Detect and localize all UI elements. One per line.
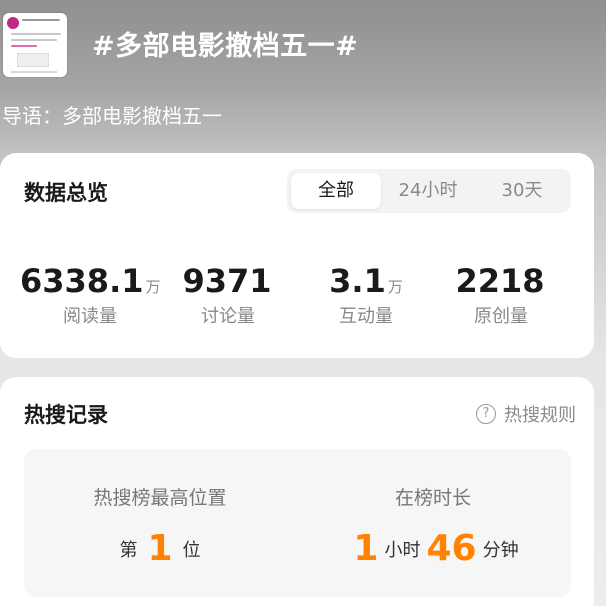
stat-label: 阅读量 (63, 306, 117, 327)
tab-24h[interactable]: 24小时 (383, 173, 473, 209)
stat-discussions: 9371 讨论量 (158, 262, 298, 328)
stat-unit: 万 (387, 278, 403, 296)
stat-originals: 2218 原创量 (431, 262, 571, 328)
on-list-duration: 在榜时长 1 小时 46 分钟 (313, 483, 553, 569)
stat-label: 原创量 (474, 306, 528, 327)
stat-label: 互动量 (339, 306, 393, 327)
thumbnail-line (22, 19, 60, 21)
duration-minutes: 46 (426, 528, 477, 569)
overview-title: 数据总览 (24, 181, 108, 205)
thumbnail-image (17, 53, 49, 67)
topic-title: #多部电影撤档五一# (92, 31, 359, 62)
stat-value: 6338.1 (20, 262, 144, 300)
hot-search-rules-link[interactable]: ? 热搜规则 (476, 401, 576, 427)
highest-position-label: 热搜榜最高位置 (93, 487, 227, 509)
minutes-unit: 分钟 (482, 540, 519, 561)
duration-label: 在榜时长 (394, 487, 471, 509)
tab-all[interactable]: 全部 (291, 173, 381, 209)
stat-value: 9371 (182, 262, 272, 300)
thumbnail-avatar (7, 17, 19, 29)
hours-unit: 小时 (384, 540, 421, 561)
stat-label: 讨论量 (201, 306, 255, 327)
stat-value: 2218 (455, 262, 545, 300)
stat-value: 3.1 (329, 262, 386, 300)
page-indicator (283, 600, 313, 606)
question-circle-icon: ? (476, 404, 496, 424)
hot-search-title: 热搜记录 (24, 403, 108, 427)
highest-position: 热搜榜最高位置 第1位 (40, 483, 280, 569)
topic-guide: 导语：多部电影撤档五一 (2, 104, 222, 128)
thumbnail-line (11, 33, 61, 35)
position-value: 1 (147, 528, 173, 569)
stat-interactions: 3.1 万 互动量 (296, 262, 436, 328)
thumbnail-line (11, 45, 37, 47)
rules-label: 热搜规则 (504, 405, 576, 426)
topic-thumbnail[interactable] (3, 13, 67, 77)
tab-30d[interactable]: 30天 (477, 173, 567, 209)
thumbnail-footer (11, 71, 57, 73)
duration-hours: 1 (353, 528, 379, 569)
stat-reads: 6338.1 万 阅读量 (20, 262, 161, 328)
thumbnail-line (11, 39, 57, 41)
position-prefix: 第 (119, 540, 138, 561)
position-suffix: 位 (182, 540, 201, 561)
time-range-tabs: 全部 24小时 30天 (287, 169, 571, 213)
